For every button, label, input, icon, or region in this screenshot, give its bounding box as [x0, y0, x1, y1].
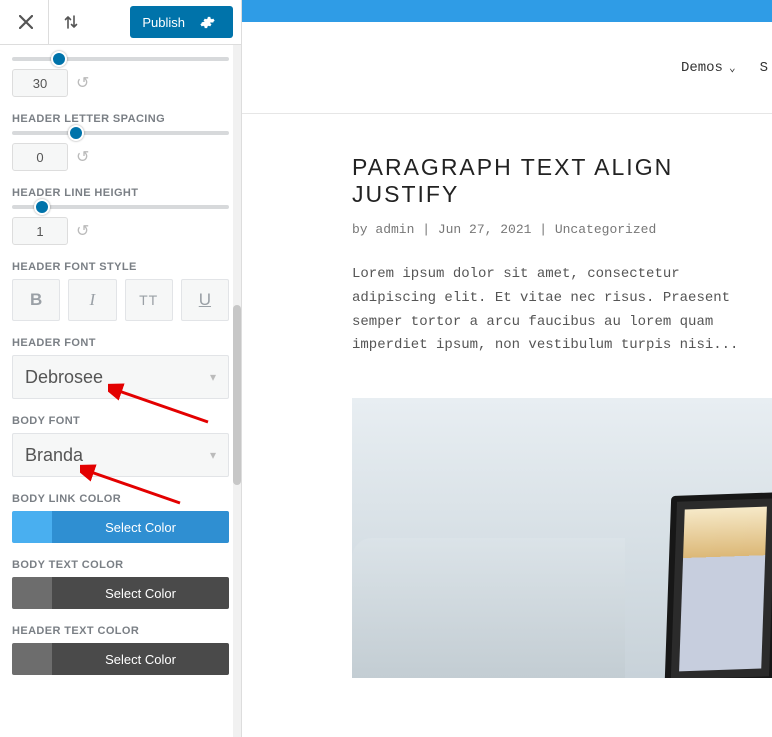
slider-thumb[interactable] [34, 199, 50, 215]
customizer-sidebar: Publish 30 ↺ HEADER LETTER SPACING 0 ↺ [0, 0, 242, 737]
label-header-text-color: HEADER TEXT COLOR [12, 625, 229, 637]
select-color-label: Select Color [52, 577, 229, 609]
label-body-text-color: BODY TEXT COLOR [12, 559, 229, 571]
featured-image [352, 398, 772, 678]
post-body: Lorem ipsum dolor sit amet, consectetur … [352, 263, 772, 358]
chevron-down-icon: ⌄ [729, 61, 736, 75]
publish-button[interactable]: Publish [130, 6, 233, 38]
bold-button[interactable]: B [12, 279, 60, 321]
image-laptop [665, 492, 772, 678]
preview-pane: Demos ⌄ S PARAGRAPH TEXT ALIGN JUSTIFY b… [242, 0, 772, 737]
swap-button[interactable] [53, 4, 89, 40]
slider-thumb[interactable] [51, 51, 67, 67]
select-color-label: Select Color [52, 643, 229, 675]
reset-icon[interactable]: ↺ [76, 147, 89, 167]
preview-top-strip [242, 0, 772, 22]
reset-icon[interactable]: ↺ [76, 73, 89, 93]
label-header-line-height: HEADER LINE HEIGHT [12, 187, 229, 199]
partial-slider-track[interactable] [12, 57, 229, 61]
label-header-font: HEADER FONT [12, 337, 229, 349]
customizer-topbar: Publish [0, 0, 241, 45]
nav-item-demos[interactable]: Demos ⌄ [681, 60, 736, 76]
line-height-row: 1 ↺ [12, 217, 229, 245]
body-link-color-picker[interactable]: Select Color [12, 511, 229, 543]
letter-spacing-value[interactable]: 0 [12, 143, 68, 171]
post-meta: by admin | Jun 27, 2021 | Uncategorized [352, 222, 772, 237]
header-font-select[interactable]: Debrosee ▾ [12, 355, 229, 399]
gear-icon [193, 6, 221, 38]
line-height-slider[interactable] [12, 205, 229, 209]
line-height-value[interactable]: 1 [12, 217, 68, 245]
select-color-label: Select Color [52, 511, 229, 543]
close-button[interactable] [8, 4, 44, 40]
reset-icon[interactable]: ↺ [76, 221, 89, 241]
letter-spacing-row: 0 ↺ [12, 143, 229, 171]
uppercase-button[interactable]: TT [125, 279, 173, 321]
font-style-buttons: B I TT U [12, 279, 229, 321]
label-body-link-color: BODY LINK COLOR [12, 493, 229, 505]
nav-item-label: Demos [681, 60, 723, 76]
italic-button[interactable]: I [68, 279, 116, 321]
publish-label: Publish [142, 15, 185, 30]
slider-thumb[interactable] [68, 125, 84, 141]
scrollbar-thumb[interactable] [233, 305, 241, 485]
body-text-color-picker[interactable]: Select Color [12, 577, 229, 609]
preview-content: PARAGRAPH TEXT ALIGN JUSTIFY by admin | … [242, 114, 772, 678]
close-icon [19, 15, 33, 29]
image-laptop-screen [679, 507, 767, 672]
body-font-select[interactable]: Branda ▾ [12, 433, 229, 477]
header-text-color-picker[interactable]: Select Color [12, 643, 229, 675]
label-body-font: BODY FONT [12, 415, 229, 427]
sidebar-scrollbar[interactable] [233, 45, 241, 737]
underline-button[interactable]: U [181, 279, 229, 321]
post-title: PARAGRAPH TEXT ALIGN JUSTIFY [352, 154, 772, 208]
body-font-value: Branda [25, 445, 83, 466]
image-couch [352, 538, 625, 678]
toolbar-divider [48, 0, 49, 45]
label-header-font-style: HEADER FONT STYLE [12, 261, 229, 273]
label-header-letter-spacing: HEADER LETTER SPACING [12, 113, 229, 125]
controls-panel: 30 ↺ HEADER LETTER SPACING 0 ↺ HEADER LI… [0, 45, 241, 695]
letter-spacing-slider[interactable] [12, 131, 229, 135]
header-font-value: Debrosee [25, 367, 103, 388]
color-swatch [12, 643, 52, 675]
partial-value-row: 30 ↺ [12, 69, 229, 97]
sort-icon [63, 14, 79, 30]
app-root: Publish 30 ↺ HEADER LETTER SPACING 0 ↺ [0, 0, 772, 737]
color-swatch [12, 511, 52, 543]
nav-item-partial[interactable]: S [760, 60, 768, 76]
partial-value[interactable]: 30 [12, 69, 68, 97]
color-swatch [12, 577, 52, 609]
preview-nav: Demos ⌄ S [242, 22, 772, 114]
chevron-down-icon: ▾ [210, 370, 216, 384]
chevron-down-icon: ▾ [210, 448, 216, 462]
